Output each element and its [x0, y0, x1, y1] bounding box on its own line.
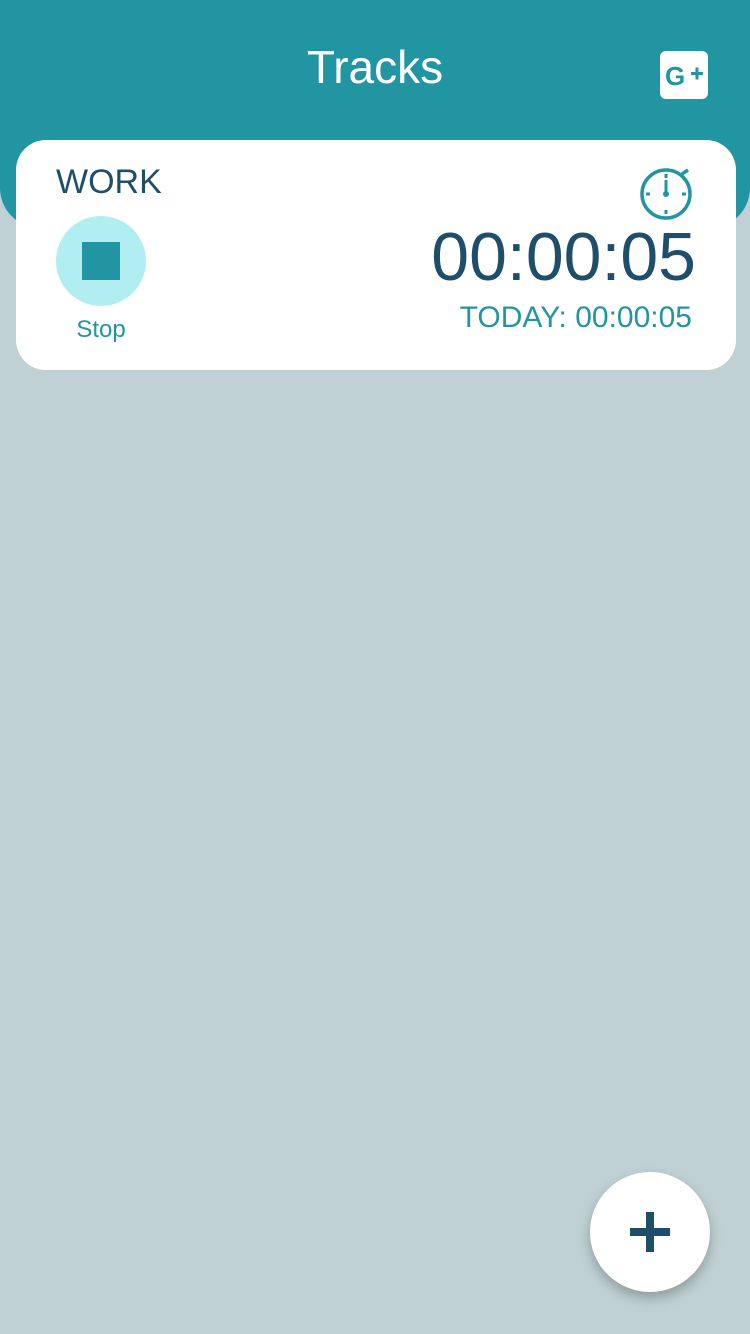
- svg-text:G: G: [665, 61, 685, 91]
- plus-icon: [630, 1212, 670, 1252]
- stop-icon: [82, 242, 120, 280]
- stopwatch-icon[interactable]: [638, 166, 694, 222]
- track-card[interactable]: WORK Stop 00:00:05 TODAY: 00:00:05: [16, 140, 736, 370]
- add-track-button[interactable]: [590, 1172, 710, 1292]
- stop-button[interactable]: [56, 216, 146, 306]
- today-total: TODAY: 00:00:05: [459, 301, 692, 334]
- track-name: WORK: [56, 163, 162, 201]
- page-title: Tracks: [306, 41, 444, 93]
- google-plus-icon: G: [665, 61, 703, 91]
- elapsed-time: 00:00:05: [431, 219, 696, 295]
- google-plus-button[interactable]: G: [660, 51, 708, 99]
- stop-label: Stop: [76, 316, 126, 343]
